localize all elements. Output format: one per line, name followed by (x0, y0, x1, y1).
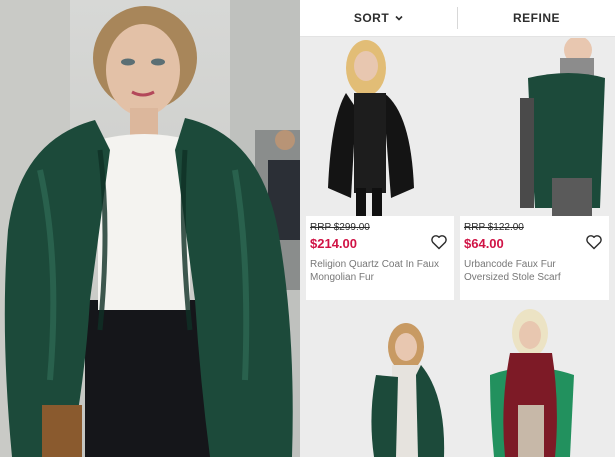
rrp-price: RRP $122.00 (464, 222, 524, 233)
model-green-fur-jacket (306, 305, 454, 457)
product-name[interactable]: Urbancode Faux Fur Oversized Stole Scarf (464, 258, 599, 284)
hero-illustration (0, 0, 300, 457)
sale-price: $64.00 (464, 236, 504, 251)
chevron-down-icon (395, 15, 403, 21)
sort-label: SORT (353, 11, 390, 25)
product-image[interactable] (460, 305, 609, 457)
sort-refine-bar: SORT REFINE (300, 0, 615, 37)
product-name[interactable]: Religion Quartz Coat In Faux Mongolian F… (310, 258, 445, 284)
rrp-price: RRP $299.00 (310, 222, 370, 233)
hero-photo (0, 0, 300, 457)
refine-button[interactable]: REFINE (458, 0, 615, 36)
refine-label: REFINE (512, 11, 560, 25)
model-green-fur-stole (460, 38, 609, 216)
product-image[interactable] (460, 38, 609, 216)
product-image[interactable] (306, 305, 454, 457)
sort-button[interactable]: SORT (300, 0, 457, 36)
heart-icon[interactable] (585, 234, 603, 250)
sale-price: $214.00 (310, 236, 357, 251)
product-panel: SORT REFINE RRP $299.00 $214.00 Religion… (300, 0, 615, 457)
product-card[interactable] (306, 305, 454, 457)
product-card[interactable]: RRP $122.00 $64.00 Urbancode Faux Fur Ov… (460, 38, 609, 300)
product-card[interactable]: RRP $299.00 $214.00 Religion Quartz Coat… (306, 38, 454, 300)
product-image[interactable] (306, 38, 454, 216)
product-card[interactable] (460, 305, 609, 457)
model-burgundy-fur-scarf (460, 305, 609, 457)
model-black-fur-coat (306, 38, 454, 216)
heart-icon[interactable] (430, 234, 448, 250)
